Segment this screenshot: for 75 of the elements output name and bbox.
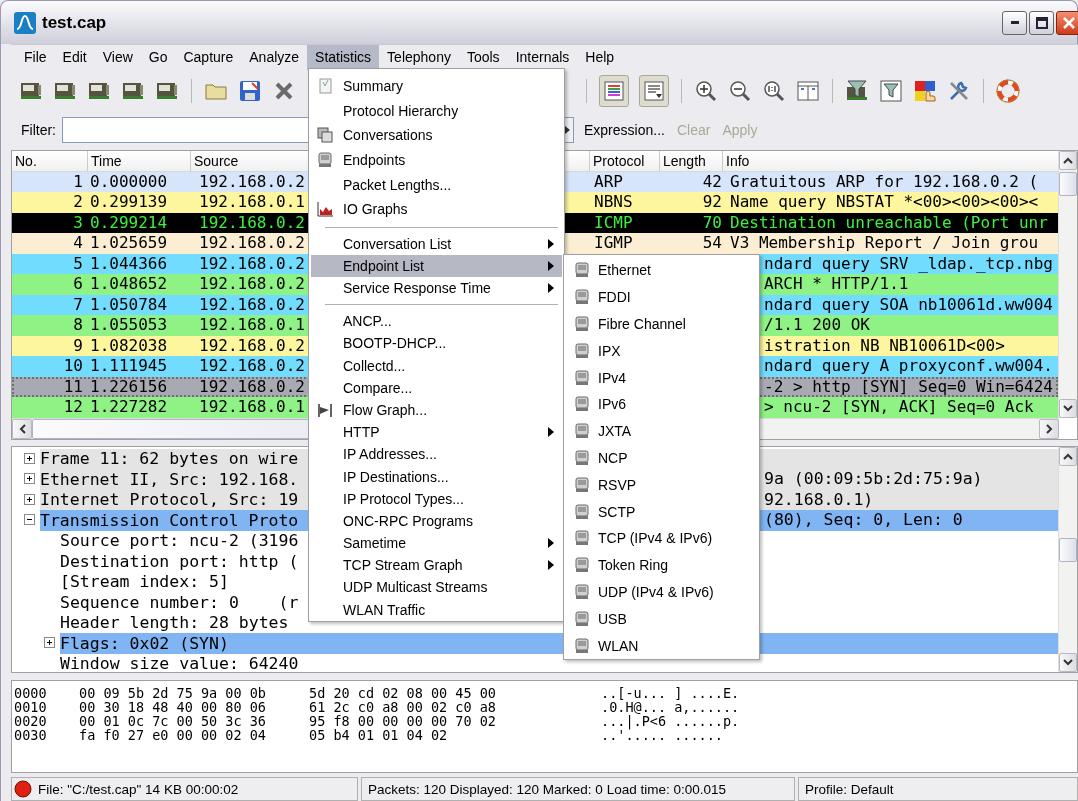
table-cell: ndard query A proxyconf.ww004. bbox=[764, 356, 1053, 377]
table-cell: 54 bbox=[702, 233, 722, 254]
table-cell: ICMP bbox=[594, 212, 633, 233]
table-cell: 192.168.0.2 bbox=[199, 294, 305, 315]
table-cell: 0.299214 bbox=[90, 212, 168, 233]
table-cell: 1.044366 bbox=[90, 253, 168, 274]
status-text: File: "C:/test.cap" 14 KB 00:00:02 bbox=[38, 781, 239, 797]
table-cell: -2 > http [SYN] Seq=0 Win=6424 bbox=[764, 376, 1053, 397]
table-cell: ARP bbox=[594, 171, 623, 192]
table-cell: 4 bbox=[73, 233, 83, 254]
table-cell: 1 bbox=[73, 171, 83, 192]
table-cell: 5 bbox=[73, 253, 83, 274]
table-cell: ndard query SRV _ldap._tcp.nbg bbox=[764, 253, 1053, 274]
table-cell: 92 bbox=[702, 192, 722, 213]
table-cell: 192.168.0.1 bbox=[199, 397, 305, 418]
filter-label: Filter: bbox=[21, 121, 56, 138]
table-cell: ndard query SOA nb10061d.ww004 bbox=[764, 294, 1053, 315]
table-cell: 192.168.0.2 bbox=[199, 253, 305, 274]
table-cell: NBNS bbox=[594, 192, 633, 213]
table-cell: 192.168.0.1 bbox=[199, 192, 305, 213]
hex-bytes: 5d 20 cd 02 08 00 45 00 bbox=[309, 684, 496, 701]
hex-bytes: 61 2c c0 a8 00 02 c0 a8 bbox=[309, 698, 496, 715]
hex-bytes: 00 30 18 48 40 00 80 06 bbox=[79, 698, 266, 715]
table-cell: /1.1 200 OK bbox=[764, 315, 870, 336]
table-cell: > ncu-2 [SYN, ACK] Seq=0 Ack bbox=[764, 397, 1034, 418]
table-cell: 192.168.0.2 bbox=[199, 171, 305, 192]
table-cell: 9 bbox=[73, 335, 83, 356]
table-cell: Gratuitous ARP for 192.168.0.2 ( bbox=[730, 171, 1039, 192]
table-cell: 70 bbox=[702, 212, 722, 233]
table-cell: 2 bbox=[73, 192, 83, 213]
table-cell: 192.168.0.2 bbox=[199, 335, 305, 356]
status-text: Packets: 120 Displayed: 120 Marked: 0 Load time: 0:00.015 bbox=[368, 781, 726, 797]
table-cell: 1.227282 bbox=[90, 397, 168, 418]
ascii-text: ..[-u... ] ....E. bbox=[601, 684, 740, 701]
hex-bytes: 05 b4 01 01 04 02 bbox=[309, 726, 448, 743]
table-cell: 10 bbox=[63, 356, 83, 377]
hex-offset: 0010 bbox=[14, 698, 47, 715]
hex-bytes: fa f0 27 e0 00 00 02 04 bbox=[79, 726, 266, 743]
table-cell: 192.168.0.2 bbox=[199, 274, 305, 295]
table-cell: 192.168.0.2 bbox=[199, 212, 305, 233]
ascii-text: ..'..... ...... bbox=[601, 726, 723, 743]
table-cell: 192.168.0.2 bbox=[199, 233, 305, 254]
table-cell: 1.025659 bbox=[90, 233, 168, 254]
hex-bytes: 95 f8 00 00 00 00 70 02 bbox=[309, 712, 496, 729]
table-cell: 0.000000 bbox=[90, 171, 168, 192]
table-cell: 3 bbox=[73, 212, 83, 233]
status-text: Profile: Default bbox=[805, 781, 894, 797]
hex-offset: 0000 bbox=[14, 684, 47, 701]
hex-offset: 0020 bbox=[14, 712, 47, 729]
table-cell: IGMP bbox=[594, 233, 633, 254]
table-cell: 1.055053 bbox=[90, 315, 168, 336]
table-cell: 7 bbox=[73, 294, 83, 315]
table-cell: 11 bbox=[63, 376, 83, 397]
table-cell: 1.050784 bbox=[90, 294, 168, 315]
table-cell: ARCH * HTTP/1.1 bbox=[764, 274, 909, 295]
hex-bytes: 00 09 5b 2d 75 9a 00 0b bbox=[79, 684, 266, 701]
table-cell: 192.168.0.1 bbox=[199, 315, 305, 336]
hex-bytes: 00 01 0c 7c 00 50 3c 36 bbox=[79, 712, 266, 729]
table-cell: 12 bbox=[63, 397, 83, 418]
table-cell: 1.226156 bbox=[90, 376, 168, 397]
table-cell: V3 Membership Report / Join grou bbox=[730, 233, 1039, 254]
table-cell: 192.168.0.2 bbox=[199, 356, 305, 377]
hex-offset: 0030 bbox=[14, 726, 47, 743]
table-cell: 192.168.0.2 bbox=[199, 376, 305, 397]
table-cell: Destination unreachable (Port unr bbox=[730, 212, 1048, 233]
window-title: test.cap bbox=[42, 12, 107, 33]
table-cell: 6 bbox=[73, 274, 83, 295]
table-cell: 42 bbox=[702, 171, 722, 192]
table-cell: 1.082038 bbox=[90, 335, 168, 356]
table-cell: 1.111945 bbox=[90, 356, 168, 377]
table-cell: 0.299139 bbox=[90, 192, 168, 213]
table-cell: 1.048652 bbox=[90, 274, 168, 295]
table-cell: Name query NBSTAT *<00><00><00>< bbox=[730, 192, 1039, 213]
table-cell: 8 bbox=[73, 315, 83, 336]
table-cell: istration NB NB10061D<00> bbox=[764, 335, 1005, 356]
